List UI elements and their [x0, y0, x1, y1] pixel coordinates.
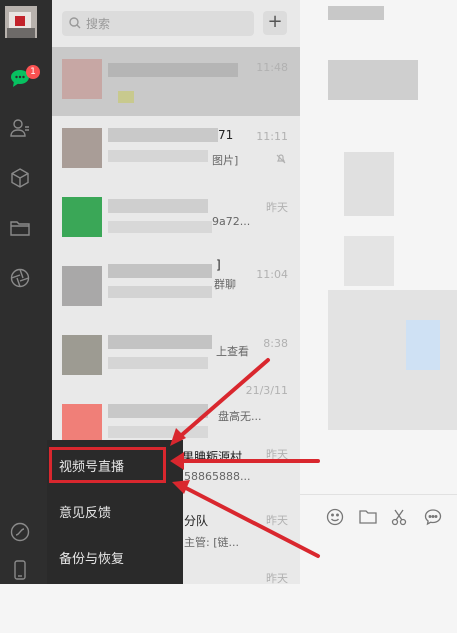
arrow-upper: [174, 358, 270, 442]
arrowhead-upper: [170, 428, 186, 446]
arrowhead-middle: [170, 452, 184, 470]
arrow-lower: [180, 484, 320, 558]
annotation-arrows: [170, 358, 320, 558]
